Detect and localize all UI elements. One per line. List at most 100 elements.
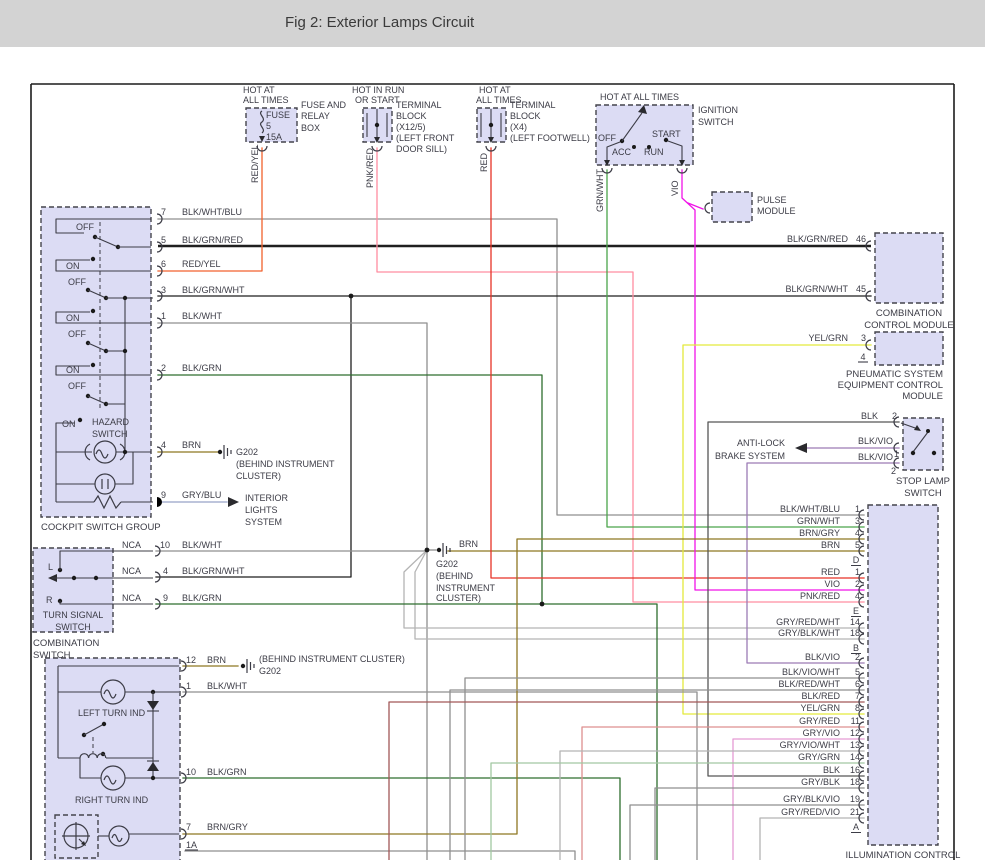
pin-number: 10 [160, 540, 170, 550]
ign-hot: HOT AT ALL TIMES [600, 92, 679, 102]
wire-yel-grn [682, 344, 872, 715]
pin-number: 4 [161, 440, 166, 450]
center-g202: BRN G202 (BEHIND INSTRUMENT CLUSTER) [348, 293, 545, 607]
t1-l5: DOOR SILL) [396, 144, 447, 154]
turn-indicator-box: LEFT TURN IND RIGHT TURN IND 12 BRN 1 BL… [44, 654, 405, 860]
stop-top-pin: 2 [892, 411, 897, 421]
g202-loc-2: CLUSTER) [236, 471, 281, 481]
wire-blk-grn-cont [541, 603, 658, 860]
wire-grn-wht [606, 169, 865, 528]
pin-label: BLK/GRN [182, 593, 222, 603]
wire-label-red: RED [479, 152, 489, 172]
illum-pin-label: BLK/VIO/WHT [782, 667, 841, 677]
fuse-label: FUSE [266, 110, 290, 120]
center-g202-l4: CLUSTER) [436, 593, 481, 603]
illum-pin-number: 14 [850, 617, 860, 627]
cockpit-switch-group: OFF ON OFF ON OFF ON OFF ON HAZARD SWITC… [40, 206, 161, 533]
fuse-box-name-2: RELAY [301, 111, 330, 121]
center-g202-l1: G202 [436, 559, 458, 569]
wiring-diagram-page: Fig 2: Exterior Lamps Circuit HOT AT ALL… [0, 0, 985, 860]
ts-cap-1: COMBINATION [33, 638, 99, 649]
circuit-diagram: HOT AT ALL TIMES FUSE 5 15A FUSE AND REL… [30, 83, 960, 860]
g202-label: G202 [236, 447, 258, 457]
illum-pin-label: GRY/BLK [801, 777, 840, 787]
pulse-l1: PULSE [757, 195, 787, 205]
stop-lamp-switch: BLK 2 BLK/VIO BLK/VIO 1 2 STOP LAMP SWIT… [715, 411, 950, 499]
fuse-relay-box: HOT AT ALL TIMES FUSE 5 15A FUSE AND REL… [243, 85, 347, 183]
ign-run: RUN [644, 147, 664, 157]
center-g202-l3: INSTRUMENT [436, 583, 495, 593]
wire-blk-grn-ti [182, 777, 621, 860]
t2-l3: (X4) [510, 122, 527, 132]
terminal-block-x125: HOT IN RUN OR START TERMINAL BLOCK (X12/… [352, 85, 455, 188]
t1-l1: TERMINAL [396, 100, 442, 110]
abs-label-1: ANTI-LOCK [737, 438, 785, 448]
pin-label: RED/YEL [182, 259, 221, 269]
wire-label-red-yel: RED/YEL [250, 144, 260, 183]
pin-label: BRN [207, 655, 226, 665]
wire-label-grn-wht: GRN/WHT [595, 169, 605, 212]
illum-pin-number: 11 [851, 716, 860, 726]
wire-blk-red [388, 701, 865, 860]
cockpit-sw2-off: OFF [68, 277, 86, 287]
fuse-amps: 15A [266, 132, 282, 142]
pin-number: 3 [161, 285, 166, 295]
pin-label: BLK/GRN/WHT [182, 566, 245, 576]
illum-pin-label: BLK/RED [801, 691, 840, 701]
pulse-l2: MODULE [757, 206, 796, 216]
pin-label: BLK/GRN/RED [182, 235, 244, 245]
cockpit-sw2-on: ON [66, 261, 80, 271]
combo-cap-2: CONTROL MODULE [864, 320, 953, 331]
t2-hot-1: HOT AT [479, 85, 511, 95]
fuse-hot-2: ALL TIMES [243, 95, 289, 105]
cockpit-sw3-off: OFF [68, 329, 86, 339]
illum-pin-label: BLK/VIO [805, 652, 840, 662]
center-g202-l2: (BEHIND [436, 571, 474, 581]
cockpit-sw4-off: OFF [68, 381, 86, 391]
illum-pin-number: 18 [850, 777, 860, 787]
pneumatic-cap-1: PNEUMATIC SYSTEM [846, 369, 943, 380]
ign-l1: IGNITION [698, 105, 738, 115]
t1-l2: BLOCK [396, 111, 427, 121]
stop-pin-1: 1 [894, 449, 899, 459]
pin-label: BLK/GRN/WHT [182, 285, 245, 295]
pin-label: BLK/WHT [182, 311, 223, 321]
stop-pin-2: 2 [891, 466, 896, 476]
wire-blk-grn-wht-branch [155, 295, 352, 578]
ti-g202-loc: (BEHIND INSTRUMENT CLUSTER) [259, 654, 405, 664]
ign-start: START [652, 129, 681, 139]
illum-pin-label: RED [821, 567, 841, 577]
pin-number: 45 [856, 284, 866, 294]
t1-l4: (LEFT FRONT [396, 133, 455, 143]
wire-label-vio: VIO [670, 180, 680, 196]
pneumatic-pin2: 4 [860, 352, 865, 362]
pneumatic-pin-label: YEL/GRN [808, 333, 848, 343]
interior-lights-arrow [228, 497, 239, 507]
pin-number: 7 [161, 207, 166, 217]
ts-name-2: SWITCH [55, 622, 91, 632]
wire-brn-gry [182, 538, 865, 835]
illum-connector-letter: E [853, 606, 859, 616]
pneumatic-module: YEL/GRN 3 4 PNEUMATIC SYSTEM EQUIPMENT C… [808, 331, 944, 402]
fuse-box-name-3: BOX [301, 123, 320, 133]
ts-right: R [46, 595, 53, 605]
illum-connector-letter: D [853, 555, 860, 565]
illum-pin-label: GRY/RED [799, 716, 840, 726]
fuse-number: 5 [266, 121, 271, 131]
illum-pin-label: YEL/GRN [800, 703, 840, 713]
illum-pin-label: BLK [823, 765, 840, 775]
illum-pin-number: 18 [850, 628, 860, 638]
illum-pin-label: GRY/BLK/WHT [778, 628, 840, 638]
illumination-control-module: BLK/WHT/BLU 1GRN/WHT 3BRN/GRY 4BRN 5DRED 1VIO… [776, 504, 960, 860]
illum-pin-number: 12 [850, 728, 860, 738]
pneumatic-cap-3: MODULE [902, 391, 943, 402]
ts-nca-2: NCA [122, 566, 141, 576]
pin-label: BRN/GRY [207, 822, 248, 832]
t1-l3: (X12/5) [396, 122, 426, 132]
t2-l2: BLOCK [510, 111, 541, 121]
pin-1a: 1A [186, 840, 197, 850]
ts-nca-1: NCA [122, 540, 141, 550]
pneumatic-cap-2: EQUIPMENT CONTROL [838, 380, 943, 391]
ts-left: L [48, 562, 53, 572]
right-turn-label: RIGHT TURN IND [75, 795, 149, 805]
